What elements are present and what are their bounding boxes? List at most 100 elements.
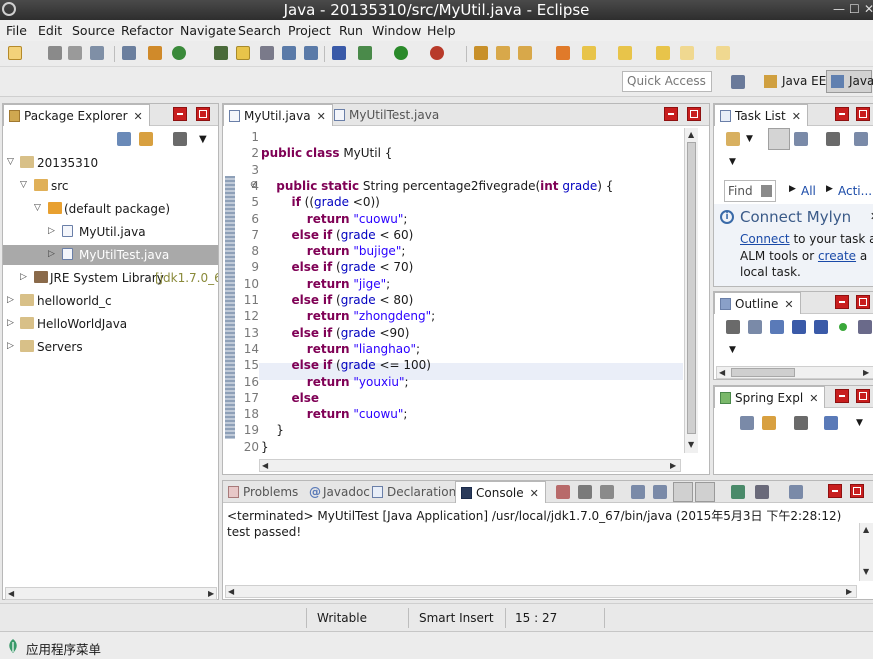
toggle-annotation-icon[interactable] (260, 46, 274, 60)
tab-declaration[interactable]: Declaration (367, 481, 462, 503)
code-line[interactable]: else if (grade < 60) (261, 228, 414, 244)
create-link[interactable]: create (818, 249, 856, 263)
scroll-up-icon[interactable]: ▲ (688, 130, 694, 139)
skip-breakpoints-icon[interactable] (332, 46, 346, 60)
scroll-left-icon[interactable]: ◀ (262, 461, 268, 470)
link-with-editor-icon[interactable] (139, 132, 153, 146)
minimize-editor-button[interactable] (664, 107, 678, 121)
perspective-java-ee[interactable]: Java EE (760, 72, 830, 92)
chevron-down-icon[interactable]: ▼ (746, 134, 753, 144)
menu-run[interactable]: Run (339, 23, 363, 38)
application-menu-button[interactable]: 应用程序菜单 (26, 639, 101, 658)
activate-link[interactable]: Acti... (838, 184, 872, 198)
sort-icon[interactable] (726, 320, 740, 334)
scroll-left-icon[interactable]: ◀ (719, 368, 725, 377)
console-hscroll[interactable]: ◀ ▶ (225, 585, 857, 598)
run-icon[interactable] (394, 46, 408, 60)
scheduled-icon[interactable] (794, 132, 808, 146)
code-line[interactable]: return "cuowu"; (261, 407, 408, 423)
print-icon[interactable] (90, 46, 104, 60)
minimize-button[interactable]: — (833, 2, 845, 16)
close-icon[interactable]: ✕ (134, 110, 143, 123)
hide-local-types-icon[interactable] (858, 320, 872, 334)
collapse-icon[interactable] (854, 132, 868, 146)
tree-item-jre-library[interactable]: ▷ JRE System Library [jdk1.7.0_67] (3, 268, 218, 288)
last-edit-icon[interactable] (656, 46, 670, 60)
hide-static-icon[interactable] (792, 320, 806, 334)
open-console-icon[interactable] (789, 485, 803, 499)
menu-edit[interactable]: Edit (38, 23, 62, 38)
close-icon[interactable]: ✕ (792, 110, 801, 123)
maximize-button[interactable]: ☐ (849, 2, 860, 16)
close-icon[interactable]: ✕ (317, 110, 326, 123)
code-line[interactable]: } (261, 440, 269, 456)
close-icon[interactable]: ✕ (809, 392, 818, 405)
code-line[interactable]: else if (grade < 80) (261, 293, 414, 309)
open-perspective-icon[interactable] (731, 75, 745, 89)
prev-annotation-icon[interactable] (618, 46, 632, 60)
code-line[interactable]: return "lianghao"; (261, 342, 420, 358)
minimize-view-button[interactable] (835, 107, 849, 121)
public-member-icon[interactable] (839, 323, 847, 331)
code-line[interactable]: if ((grade <0)) (261, 195, 380, 211)
new-project-icon[interactable] (148, 46, 162, 60)
collapse-all-icon[interactable] (748, 320, 762, 334)
view-menu-chevron-icon[interactable]: ▼ (729, 157, 736, 167)
menu-refactor[interactable]: Refactor (121, 23, 173, 38)
new-task-icon[interactable] (726, 132, 740, 146)
tree-item-helloworld-c[interactable]: ▷ helloworld_c (3, 291, 218, 311)
scroll-right-icon[interactable]: ▶ (846, 587, 852, 596)
back-icon[interactable] (680, 46, 694, 60)
package-explorer-hscroll[interactable]: ◀ ▶ (5, 587, 217, 600)
code-line[interactable]: else if (grade <= 100) (261, 358, 431, 374)
scroll-lock-icon[interactable] (653, 485, 667, 499)
expand-icon[interactable]: ▷ (7, 318, 14, 328)
tree-item-servers[interactable]: ▷ Servers (3, 337, 218, 357)
find-task-input[interactable]: Find (724, 180, 776, 202)
tree-item-20135310[interactable]: ▽ 20135310 (3, 153, 218, 173)
refresh-icon[interactable] (172, 46, 186, 60)
terminal-icon[interactable] (122, 46, 136, 60)
expand-icon[interactable]: ▷ (48, 226, 55, 236)
remove-launch-icon[interactable] (578, 485, 592, 499)
clear-icon[interactable] (761, 185, 772, 197)
editor-vscroll[interactable]: ▲ ▼ (684, 128, 698, 453)
code-line[interactable]: return "bujige"; (261, 244, 406, 260)
show-stderr-toggle[interactable] (695, 482, 715, 502)
tab-problems[interactable]: Problems (223, 481, 304, 503)
open-folder-icon[interactable] (496, 46, 510, 60)
code-line[interactable]: else if (grade <90) (261, 326, 410, 342)
collapse-all-icon[interactable] (740, 416, 754, 430)
maximize-editor-button[interactable] (687, 107, 701, 121)
hide-nonpublic-icon[interactable] (814, 320, 828, 334)
expand-icon[interactable]: ▽ (34, 203, 41, 213)
outline-hscroll[interactable]: ◀ ▶ (716, 366, 873, 379)
menu-file[interactable]: File (6, 23, 27, 38)
clear-console-icon[interactable] (631, 485, 645, 499)
code-line[interactable]: return "jige"; (261, 277, 390, 293)
code-line[interactable]: else (261, 391, 320, 407)
hide-fields-icon[interactable] (770, 320, 784, 334)
pin-console-icon[interactable] (731, 485, 745, 499)
scroll-right-icon[interactable]: ▶ (208, 589, 214, 598)
menu-project[interactable]: Project (288, 23, 331, 38)
close-icon[interactable]: ✕ (784, 298, 793, 311)
code-line[interactable]: return "youxiu"; (261, 375, 409, 391)
expand-icon[interactable]: ▽ (20, 180, 27, 190)
close-icon[interactable]: ✕ (530, 487, 539, 500)
view-menu-chevron-icon[interactable]: ▼ (856, 418, 863, 428)
all-link[interactable]: All (801, 184, 816, 198)
menu-source[interactable]: Source (72, 23, 115, 38)
expand-icon[interactable]: ▷ (7, 341, 14, 351)
remove-all-icon[interactable] (600, 485, 614, 499)
view-menu-chevron-icon[interactable]: ▼ (199, 134, 207, 145)
tab-myutil-java[interactable]: MyUtil.java ✕ (223, 104, 333, 126)
terminate-icon[interactable] (556, 485, 570, 499)
scroll-up-icon[interactable]: ▲ (863, 525, 869, 534)
minimize-view-button[interactable] (828, 484, 842, 498)
code-line[interactable]: return "zhongdeng"; (261, 309, 435, 325)
maximize-view-button[interactable] (850, 484, 864, 498)
expand-icon[interactable]: ▷ (7, 295, 14, 305)
tab-myutiltest-java[interactable]: MyUtilTest.java (329, 104, 445, 126)
code-line[interactable]: } (261, 423, 284, 439)
